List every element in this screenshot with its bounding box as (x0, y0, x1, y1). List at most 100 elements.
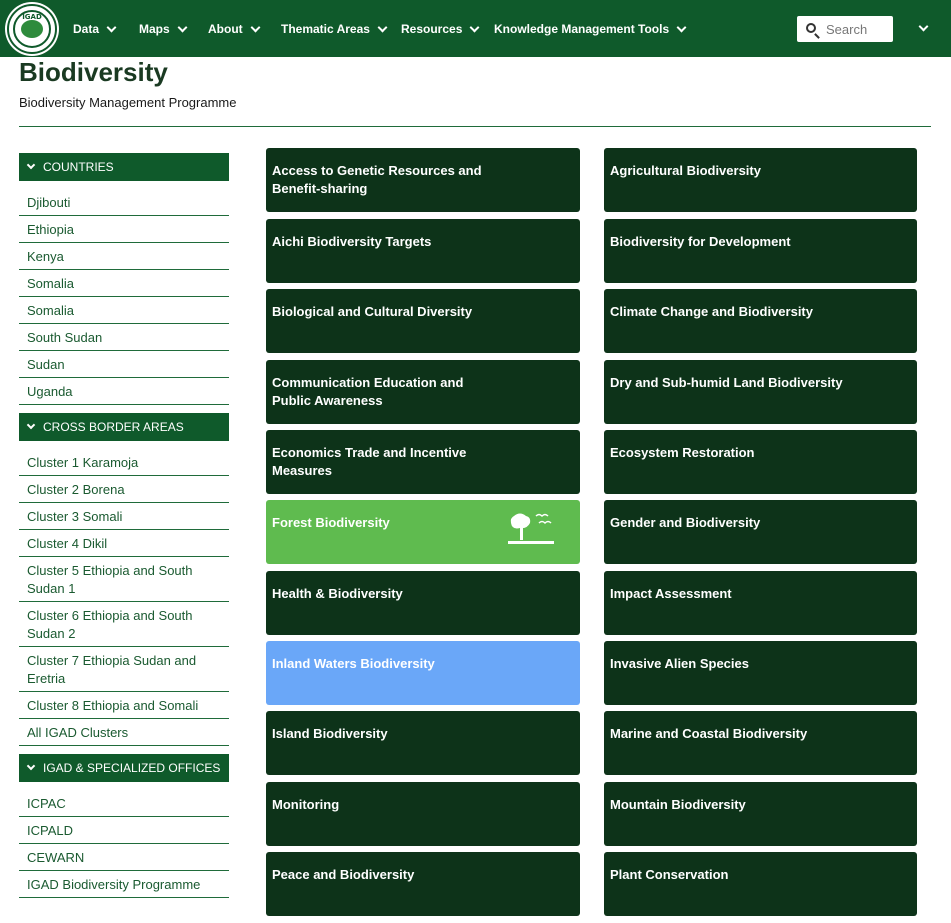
search-icon[interactable] (806, 23, 816, 33)
tile-agricultural-biodiversity[interactable]: Agricultural Biodiversity (604, 148, 917, 212)
tile-climate-change[interactable]: Climate Change and Biodiversity (604, 289, 917, 353)
sidebar-item-sudan[interactable]: Sudan (19, 351, 229, 378)
sidebar-item-icpald[interactable]: ICPALD (19, 817, 229, 844)
tile-marine-coastal[interactable]: Marine and Coastal Biodiversity (604, 711, 917, 775)
nav-label: Resources (401, 22, 463, 36)
tile-invasive-alien-species[interactable]: Invasive Alien Species (604, 641, 917, 705)
nav-item-about[interactable]: About (208, 21, 261, 37)
tile-mountain-biodiversity[interactable]: Mountain Biodiversity (604, 782, 917, 846)
tile-label: Health & Biodiversity (272, 586, 403, 601)
nav-item-knowledge-management-tools[interactable]: Knowledge Management Tools (494, 21, 687, 37)
chevron-down-icon (918, 21, 929, 32)
tile-gender-biodiversity[interactable]: Gender and Biodiversity (604, 500, 917, 564)
tile-inland-waters[interactable]: Inland Waters Biodiversity (266, 641, 580, 705)
sidebar-item-icpac[interactable]: ICPAC (19, 790, 229, 817)
sidebar-item-all-clusters[interactable]: All IGAD Clusters (19, 719, 229, 746)
chevron-down-icon (250, 22, 261, 32)
tile-label: Peace and Biodiversity (272, 867, 415, 882)
tile-access-genetic-resources[interactable]: Access to Genetic Resources and Benefit-… (266, 148, 580, 212)
sidebar-item-south-sudan[interactable]: South Sudan (19, 324, 229, 351)
nav-label: Maps (139, 22, 170, 36)
sidebar-section-igad-offices[interactable]: IGAD & SPECIALIZED OFFICES (19, 754, 229, 782)
tile-label: Plant Conservation (610, 867, 729, 882)
tile-biodiversity-for-development[interactable]: Biodiversity for Development (604, 219, 917, 283)
tile-label: Impact Assessment (610, 586, 732, 601)
tile-label: Mountain Biodiversity (610, 797, 746, 812)
tile-peace-biodiversity[interactable]: Peace and Biodiversity (266, 852, 580, 916)
tile-label: Inland Waters Biodiversity (272, 656, 435, 671)
sidebar-item-cluster-2[interactable]: Cluster 2 Borena (19, 476, 229, 503)
sidebar-item-somalia[interactable]: Somalia (19, 270, 229, 297)
nav-label: Knowledge Management Tools (494, 22, 670, 36)
logo-text: IGAD (22, 13, 42, 21)
sidebar-item-cluster-3[interactable]: Cluster 3 Somali (19, 503, 229, 530)
sidebar: COUNTRIES Djibouti Ethiopia Kenya Somali… (19, 153, 229, 898)
sidebar-section-cross-border-areas[interactable]: CROSS BORDER AREAS (19, 413, 229, 441)
sidebar-item-cluster-7[interactable]: Cluster 7 Ethiopia Sudan and Eretria (19, 647, 229, 692)
nav-item-data[interactable]: Data (73, 21, 117, 37)
tile-biological-cultural-diversity[interactable]: Biological and Cultural Diversity (266, 289, 580, 353)
chevron-down-icon (377, 22, 388, 32)
tile-label: Ecosystem Restoration (610, 445, 755, 460)
tile-label: Climate Change and Biodiversity (610, 304, 813, 319)
sidebar-item-cluster-4[interactable]: Cluster 4 Dikil (19, 530, 229, 557)
tile-aichi-biodiversity-targets[interactable]: Aichi Biodiversity Targets (266, 219, 580, 283)
top-navbar: IGAD Data Maps About Thematic Areas Reso… (0, 0, 951, 57)
sidebar-item-kenya[interactable]: Kenya (19, 243, 229, 270)
tile-monitoring[interactable]: Monitoring (266, 782, 580, 846)
tile-health-biodiversity[interactable]: Health & Biodiversity (266, 571, 580, 635)
nav-label: Thematic Areas (281, 22, 370, 36)
sidebar-item-cewarn[interactable]: CEWARN (19, 844, 229, 871)
nav-item-maps[interactable]: Maps (139, 21, 188, 37)
chevron-down-icon (177, 22, 188, 32)
sidebar-item-ethiopia[interactable]: Ethiopia (19, 216, 229, 243)
tile-label: Forest Biodiversity (272, 515, 390, 530)
tile-ecosystem-restoration[interactable]: Ecosystem Restoration (604, 430, 917, 494)
search-input[interactable] (826, 20, 888, 38)
cross-border-list: Cluster 1 Karamoja Cluster 2 Borena Clus… (19, 441, 229, 746)
chevron-down-icon (106, 22, 117, 32)
section-title: CROSS BORDER AREAS (43, 420, 184, 434)
offices-list: ICPAC ICPALD CEWARN IGAD Biodiversity Pr… (19, 782, 229, 898)
tile-impact-assessment[interactable]: Impact Assessment (604, 571, 917, 635)
search-box (797, 16, 893, 42)
tile-label: Access to Genetic Resources and Benefit-… (272, 163, 482, 196)
tile-dry-subhumid-land[interactable]: Dry and Sub-humid Land Biodiversity (604, 360, 917, 424)
sidebar-item-cluster-6[interactable]: Cluster 6 Ethiopia and South Sudan 2 (19, 602, 229, 647)
tile-label: Island Biodiversity (272, 726, 388, 741)
sidebar-item-cluster-8[interactable]: Cluster 8 Ethiopia and Somali (19, 692, 229, 719)
sidebar-item-igad-biodiversity-programme[interactable]: IGAD Biodiversity Programme (19, 871, 229, 898)
sidebar-item-uganda[interactable]: Uganda (19, 378, 229, 405)
logo-map-mark (21, 20, 43, 38)
sidebar-item-somalia-2[interactable]: Somalia (19, 297, 229, 324)
tile-label: Monitoring (272, 797, 340, 812)
menu-toggle-button[interactable] (917, 21, 933, 36)
tile-economics-trade[interactable]: Economics Trade and Incentive Measures (266, 430, 580, 494)
nav-label: Data (73, 22, 100, 36)
sidebar-item-djibouti[interactable]: Djibouti (19, 189, 229, 216)
sidebar-section-countries[interactable]: COUNTRIES (19, 153, 229, 181)
tile-label: Aichi Biodiversity Targets (272, 234, 432, 249)
page-subtitle: Biodiversity Management Programme (19, 95, 237, 110)
tile-label: Invasive Alien Species (610, 656, 749, 671)
tile-island-biodiversity[interactable]: Island Biodiversity (266, 711, 580, 775)
tile-plant-conservation[interactable]: Plant Conservation (604, 852, 917, 916)
tile-label: Dry and Sub-humid Land Biodiversity (610, 375, 843, 390)
countries-list: Djibouti Ethiopia Kenya Somalia Somalia … (19, 181, 229, 405)
sidebar-item-cluster-1[interactable]: Cluster 1 Karamoja (19, 449, 229, 476)
chevron-down-icon (26, 420, 36, 430)
nav-item-resources[interactable]: Resources (401, 21, 480, 37)
tile-label: Gender and Biodiversity (610, 515, 761, 530)
chevron-down-icon (676, 22, 687, 32)
nav-item-thematic-areas[interactable]: Thematic Areas (281, 21, 388, 37)
tile-label: Agricultural Biodiversity (610, 163, 761, 178)
tile-communication-education[interactable]: Communication Education and Public Aware… (266, 360, 580, 424)
sidebar-item-cluster-5[interactable]: Cluster 5 Ethiopia and South Sudan 1 (19, 557, 229, 602)
header-divider (19, 126, 931, 127)
tile-label: Biological and Cultural Diversity (272, 304, 473, 319)
chevron-down-icon (469, 22, 480, 32)
tile-label: Communication Education and Public Aware… (272, 375, 464, 408)
section-title: IGAD & SPECIALIZED OFFICES (43, 761, 221, 775)
tile-forest-biodiversity[interactable]: Forest Biodiversity (266, 500, 580, 564)
igad-logo[interactable]: IGAD (7, 4, 57, 54)
